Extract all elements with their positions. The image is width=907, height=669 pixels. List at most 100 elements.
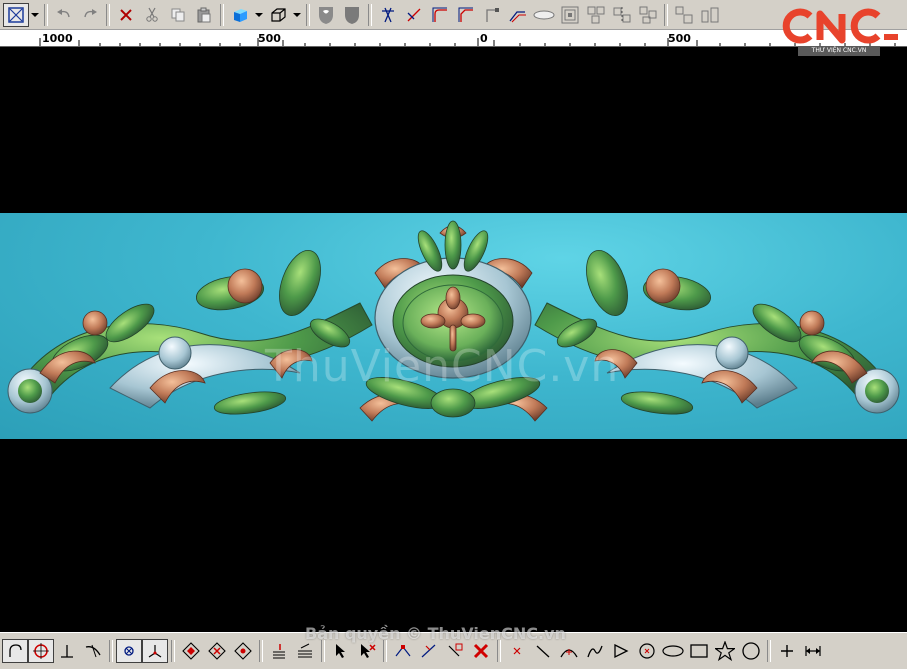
- trim-icon: [382, 7, 394, 22]
- arc-icon: [560, 649, 578, 658]
- diamond-dot-button[interactable]: [230, 639, 256, 663]
- undo-button[interactable]: [51, 3, 77, 27]
- fillet-icon: [432, 7, 447, 22]
- circle-snap-icon: [33, 643, 49, 659]
- array-button[interactable]: [583, 3, 609, 27]
- chamfer-button[interactable]: [453, 3, 479, 27]
- cut-button[interactable]: [139, 3, 165, 27]
- layers-icon: [298, 643, 312, 658]
- copy-button[interactable]: [165, 3, 191, 27]
- chevron-down-icon: [293, 12, 301, 17]
- diamond-dot-icon: [234, 642, 252, 660]
- ruler-label: 0: [480, 32, 488, 45]
- cross-button[interactable]: [774, 639, 800, 663]
- nested-square-button[interactable]: [557, 3, 583, 27]
- extend-button[interactable]: [401, 3, 427, 27]
- separator: [44, 3, 48, 26]
- align-button[interactable]: [635, 3, 661, 27]
- ellipse-button[interactable]: [660, 639, 686, 663]
- redo-button[interactable]: [77, 3, 103, 27]
- ruler-ticks: [39, 38, 896, 46]
- separator: [306, 3, 310, 26]
- perpendicular-button[interactable]: [54, 639, 80, 663]
- circle-center-button[interactable]: [634, 639, 660, 663]
- node-move-icon: [421, 644, 436, 658]
- tangent-button[interactable]: [80, 639, 106, 663]
- line-icon: [536, 645, 550, 658]
- rectangle-button[interactable]: [686, 639, 712, 663]
- tangent-icon: [85, 644, 101, 658]
- separator: [106, 3, 110, 26]
- delete-button[interactable]: [113, 3, 139, 27]
- node-insert-icon: [448, 643, 463, 657]
- diamond-x-button[interactable]: [204, 639, 230, 663]
- fillet-button[interactable]: [427, 3, 453, 27]
- arc-snap-button[interactable]: [2, 639, 28, 663]
- circle-button[interactable]: [738, 639, 764, 663]
- paste-button[interactable]: [191, 3, 217, 27]
- polygon-icon: [614, 643, 629, 659]
- shield-outline-button[interactable]: [313, 3, 339, 27]
- diamond-button[interactable]: [178, 639, 204, 663]
- spline-button[interactable]: [582, 639, 608, 663]
- shield-filled-button[interactable]: [339, 3, 365, 27]
- grid-snap-button[interactable]: [116, 639, 142, 663]
- offset-curve-button[interactable]: [505, 3, 531, 27]
- shield-outline-icon: [319, 6, 333, 24]
- circle-center-icon: [639, 643, 655, 659]
- copy-icon: [171, 8, 185, 21]
- shade-icon: [234, 8, 247, 22]
- pick-icon: [336, 644, 345, 658]
- ruler-label: 500: [258, 32, 281, 45]
- dimension-button[interactable]: [800, 639, 826, 663]
- wireframe-dropdown[interactable]: [291, 3, 303, 27]
- top-toolbar: [0, 0, 907, 30]
- layer-button[interactable]: [266, 639, 292, 663]
- corner-button[interactable]: [479, 3, 505, 27]
- undo-icon: [57, 8, 70, 17]
- ellipse-flat-icon: [533, 10, 555, 19]
- copyright-watermark: Bản quyền © ThuVienCNC.vn: [305, 624, 566, 643]
- transform-icon: [675, 6, 693, 23]
- transform-button[interactable]: [671, 3, 697, 27]
- shade-button[interactable]: [227, 3, 253, 27]
- delete-x-icon: [473, 643, 489, 659]
- select-mode-dropdown[interactable]: [29, 3, 41, 27]
- polygon-button[interactable]: [608, 639, 634, 663]
- shade-dropdown[interactable]: [253, 3, 265, 27]
- separator: [259, 640, 263, 662]
- nested-square-icon: [561, 6, 579, 23]
- separator: [767, 640, 771, 662]
- ornament-relief-image: [7, 220, 900, 422]
- separator: [171, 640, 175, 662]
- chevron-down-icon: [255, 12, 263, 17]
- arc-snap-icon: [9, 644, 22, 657]
- ruler-label: 500: [668, 32, 691, 45]
- mirror-button[interactable]: [609, 3, 635, 27]
- axis-snap-button[interactable]: [142, 639, 168, 663]
- separator: [109, 640, 113, 662]
- 3d-viewport[interactable]: ThuVienCNC.vn: [0, 47, 907, 632]
- diamond-icon: [182, 642, 200, 660]
- trim-button[interactable]: [375, 3, 401, 27]
- logo-caption: THƯ VIỆN CNC.VN: [798, 46, 880, 56]
- separator: [383, 640, 387, 662]
- select-box-button[interactable]: [3, 2, 29, 27]
- scale-button[interactable]: [697, 3, 723, 27]
- wireframe-box-button[interactable]: [265, 3, 291, 27]
- star-icon: [715, 641, 735, 661]
- ruler-label: 1000: [42, 32, 73, 45]
- star-button[interactable]: [712, 639, 738, 663]
- redo-icon: [84, 8, 97, 17]
- separator: [664, 3, 668, 26]
- chevron-down-icon: [31, 12, 39, 17]
- chamfer-icon: [458, 7, 473, 22]
- ellipse-flat-button[interactable]: [531, 3, 557, 27]
- horizontal-ruler: 1000 500 0 500: [0, 30, 907, 47]
- dimension-icon: [805, 646, 821, 656]
- pick-delete-icon: [361, 644, 376, 658]
- cnc-logo-mark: [782, 8, 898, 44]
- array-icon: [587, 6, 605, 23]
- circle-snap-button[interactable]: [28, 639, 54, 663]
- ellipse-icon: [662, 645, 684, 657]
